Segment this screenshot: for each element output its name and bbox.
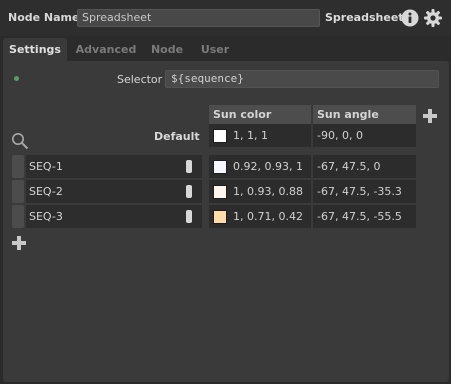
color-swatch[interactable] xyxy=(213,160,227,174)
sun-color-cell[interactable]: 0.92, 0.93, 1 xyxy=(209,155,311,178)
row-name-label: SEQ-3 xyxy=(29,210,63,223)
column-header-sun-color[interactable]: Sun color xyxy=(209,105,311,124)
sun-angle-value: -90, 0, 0 xyxy=(317,129,363,142)
color-swatch[interactable] xyxy=(213,129,227,143)
default-row-label: Default xyxy=(154,130,200,143)
sun-color-cell[interactable]: 1, 0.71, 0.42 xyxy=(209,205,311,228)
row-drag-handle[interactable] xyxy=(12,180,24,203)
sun-angle-value: -67, 47.5, -35.3 xyxy=(317,185,402,198)
tab-user[interactable]: User xyxy=(196,38,234,61)
add-row-icon[interactable] xyxy=(12,236,26,250)
add-column-icon[interactable] xyxy=(423,109,437,123)
node-name-label: Node Name xyxy=(8,11,80,24)
search-icon[interactable] xyxy=(11,132,29,150)
row-enable-toggle[interactable] xyxy=(186,185,192,198)
color-swatch[interactable] xyxy=(213,210,227,224)
selector-label: Selector xyxy=(117,73,163,86)
sun-angle-cell[interactable]: -67, 47.5, -55.5 xyxy=(313,205,416,228)
tab-settings[interactable]: Settings xyxy=(3,38,67,61)
node-header: Node Name Spreadsheet Spreadsheet xyxy=(0,0,451,36)
row-drag-handle[interactable] xyxy=(12,155,24,178)
sun-color-value: 1, 0.93, 0.88 xyxy=(233,185,303,198)
node-name-field[interactable]: Spreadsheet xyxy=(77,9,320,27)
sun-angle-cell[interactable]: -67, 47.5, 0 xyxy=(313,155,416,178)
column-header-sun-angle[interactable]: Sun angle xyxy=(313,105,416,124)
sun-angle-value: -67, 47.5, 0 xyxy=(317,160,381,173)
sun-color-value: 1, 1, 1 xyxy=(233,129,268,142)
sun-angle-value: -67, 47.5, -55.5 xyxy=(317,210,402,223)
color-swatch[interactable] xyxy=(213,185,227,199)
row-name-label: SEQ-1 xyxy=(29,160,63,173)
selector-input[interactable]: ${sequence} xyxy=(165,70,439,88)
tab-advanced[interactable]: Advanced xyxy=(72,38,140,61)
tab-node[interactable]: Node xyxy=(147,38,187,61)
row-name-seq-2[interactable]: SEQ-2 xyxy=(26,180,202,203)
row-name-seq-3[interactable]: SEQ-3 xyxy=(26,205,202,228)
info-icon[interactable] xyxy=(401,9,419,27)
node-type-label: Spreadsheet xyxy=(325,11,404,24)
row-enable-toggle[interactable] xyxy=(186,210,192,223)
sun-color-value: 1, 0.71, 0.42 xyxy=(233,210,303,223)
row-enable-toggle[interactable] xyxy=(186,160,192,173)
tab-bar: Settings Advanced Node User xyxy=(0,36,451,61)
sun-color-cell[interactable]: 1, 0.93, 0.88 xyxy=(209,180,311,203)
gear-icon[interactable] xyxy=(423,8,443,28)
selector-indicator-dot xyxy=(14,76,19,81)
row-name-label: SEQ-2 xyxy=(29,185,63,198)
default-sun-angle-cell[interactable]: -90, 0, 0 xyxy=(313,124,416,147)
row-name-seq-1[interactable]: SEQ-1 xyxy=(26,155,202,178)
row-drag-handle[interactable] xyxy=(12,205,24,228)
sun-angle-cell[interactable]: -67, 47.5, -35.3 xyxy=(313,180,416,203)
default-sun-color-cell[interactable]: 1, 1, 1 xyxy=(209,124,311,147)
sun-color-value: 0.92, 0.93, 1 xyxy=(233,160,303,173)
